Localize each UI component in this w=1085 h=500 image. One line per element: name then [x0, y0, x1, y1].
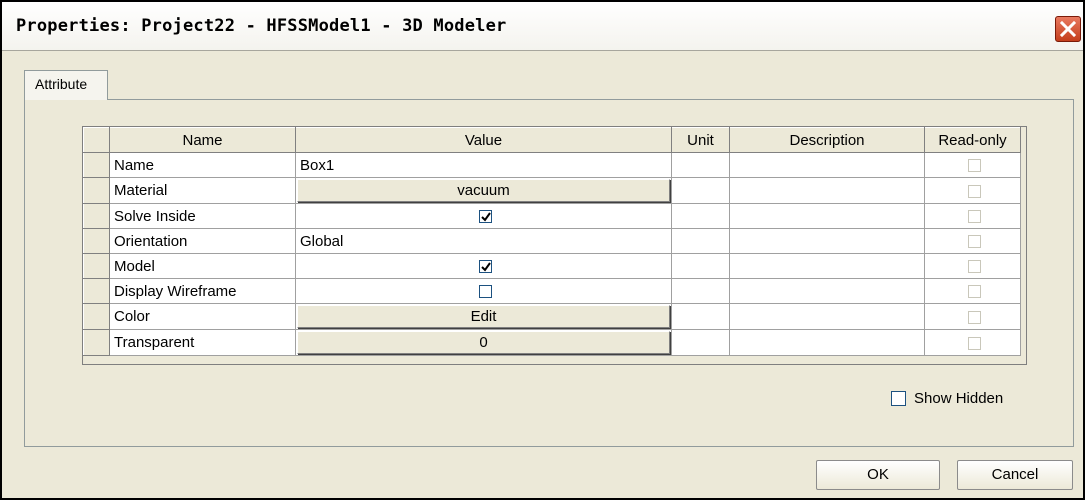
window-title: Properties: Project22 - HFSSModel1 - 3D …	[16, 16, 507, 36]
show-hidden-option[interactable]: Show Hidden	[891, 389, 1003, 407]
row-header[interactable]	[83, 329, 110, 356]
row-header[interactable]	[83, 303, 110, 330]
name-cell: Material	[109, 177, 296, 204]
row-header[interactable]	[83, 203, 110, 229]
table-row[interactable]: Color Edit	[83, 303, 1021, 330]
name-cell: Orientation	[109, 228, 296, 254]
column-header-read-only[interactable]: Read-only	[924, 127, 1021, 153]
name-cell: Display Wireframe	[109, 278, 296, 304]
name-cell: Model	[109, 253, 296, 279]
tab-attribute[interactable]: Attribute	[24, 70, 108, 100]
column-header-unit[interactable]: Unit	[671, 127, 730, 153]
show-hidden-checkbox[interactable]	[891, 390, 906, 406]
read-only-checkbox	[968, 184, 981, 198]
value-cell[interactable]: Edit	[295, 303, 672, 330]
table-row[interactable]: Model	[83, 253, 1021, 279]
read-only-cell	[924, 152, 1021, 178]
unit-cell[interactable]	[671, 152, 730, 178]
row-header[interactable]	[83, 253, 110, 279]
table-row[interactable]: Material vacuum	[83, 177, 1021, 204]
close-button[interactable]	[1055, 16, 1081, 42]
read-only-checkbox	[968, 310, 981, 324]
column-header-description[interactable]: Description	[729, 127, 925, 153]
value-cell[interactable]: Global	[295, 228, 672, 254]
read-only-checkbox	[968, 336, 981, 350]
read-only-cell	[924, 278, 1021, 304]
unit-cell[interactable]	[671, 177, 730, 204]
description-cell[interactable]	[729, 278, 925, 304]
value-checkbox[interactable]	[479, 285, 492, 299]
unit-cell[interactable]	[671, 278, 730, 304]
description-cell[interactable]	[729, 329, 925, 356]
checkmark-icon	[481, 212, 491, 222]
column-header-name[interactable]: Name	[109, 127, 296, 153]
name-cell: Solve Inside	[109, 203, 296, 229]
unit-cell[interactable]	[671, 253, 730, 279]
row-header[interactable]	[83, 177, 110, 204]
description-cell[interactable]	[729, 152, 925, 178]
description-cell[interactable]	[729, 303, 925, 330]
value-cell[interactable]: Box1	[295, 152, 672, 178]
read-only-checkbox	[968, 210, 981, 224]
properties-grid: Name Value Unit Description Read-only Na…	[82, 126, 1027, 365]
table-row[interactable]: Name Box1	[83, 152, 1021, 178]
read-only-cell	[924, 329, 1021, 356]
checkmark-icon	[481, 262, 491, 272]
description-cell[interactable]	[729, 253, 925, 279]
value-cell[interactable]	[295, 203, 672, 229]
value-button[interactable]: vacuum	[297, 179, 670, 202]
properties-table: Name Value Unit Description Read-only Na…	[83, 127, 1021, 356]
value-button[interactable]: 0	[297, 331, 670, 354]
title-bar[interactable]: Properties: Project22 - HFSSModel1 - 3D …	[2, 2, 1083, 51]
value-checkbox[interactable]	[479, 260, 492, 274]
value-cell[interactable]	[295, 278, 672, 304]
description-cell[interactable]	[729, 228, 925, 254]
column-header-value[interactable]: Value	[295, 127, 672, 153]
table-row[interactable]: Solve Inside	[83, 203, 1021, 229]
read-only-checkbox	[968, 235, 981, 249]
tab-attribute-label: Attribute	[35, 76, 88, 92]
value-cell[interactable]	[295, 253, 672, 279]
row-header[interactable]	[83, 278, 110, 304]
ok-button[interactable]: OK	[816, 460, 940, 490]
unit-cell[interactable]	[671, 303, 730, 330]
unit-cell[interactable]	[671, 203, 730, 229]
table-header-row: Name Value Unit Description Read-only	[83, 127, 1021, 153]
table-row[interactable]: Orientation Global	[83, 228, 1021, 254]
value-cell[interactable]: 0	[295, 329, 672, 356]
show-hidden-label: Show Hidden	[914, 389, 1004, 407]
read-only-cell	[924, 177, 1021, 204]
unit-cell[interactable]	[671, 329, 730, 356]
name-cell: Transparent	[109, 329, 296, 356]
close-icon	[1059, 20, 1077, 38]
value-button[interactable]: Edit	[297, 305, 670, 328]
cancel-button[interactable]: Cancel	[957, 460, 1073, 490]
value-cell[interactable]: vacuum	[295, 177, 672, 204]
read-only-cell	[924, 253, 1021, 279]
unit-cell[interactable]	[671, 228, 730, 254]
row-header[interactable]	[83, 228, 110, 254]
name-cell: Color	[109, 303, 296, 330]
header-corner	[83, 127, 110, 153]
read-only-cell	[924, 303, 1021, 330]
read-only-cell	[924, 203, 1021, 229]
description-cell[interactable]	[729, 203, 925, 229]
row-header[interactable]	[83, 152, 110, 178]
read-only-cell	[924, 228, 1021, 254]
read-only-checkbox	[968, 285, 981, 299]
name-cell: Name	[109, 152, 296, 178]
properties-dialog: Properties: Project22 - HFSSModel1 - 3D …	[0, 0, 1085, 500]
description-cell[interactable]	[729, 177, 925, 204]
value-checkbox[interactable]	[479, 210, 492, 224]
read-only-checkbox	[968, 260, 981, 274]
table-row[interactable]: Display Wireframe	[83, 278, 1021, 304]
table-row[interactable]: Transparent 0	[83, 329, 1021, 356]
read-only-checkbox	[968, 159, 981, 173]
